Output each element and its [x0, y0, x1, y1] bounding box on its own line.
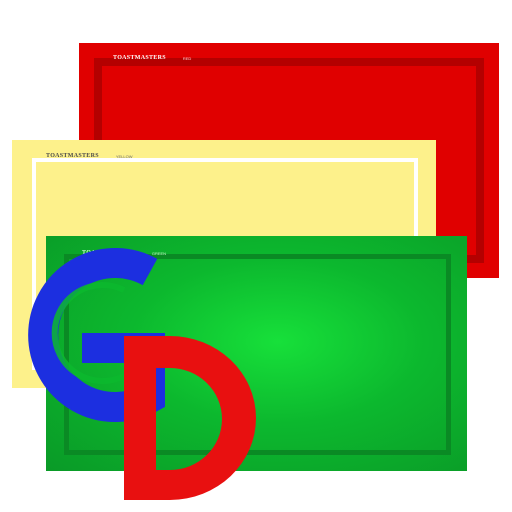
app-icon: TOASTMASTERS RED TOASTMASTERS YELLOW TOA… [0, 0, 512, 512]
letter-d-icon [124, 336, 256, 500]
gd-logo [28, 248, 256, 500]
